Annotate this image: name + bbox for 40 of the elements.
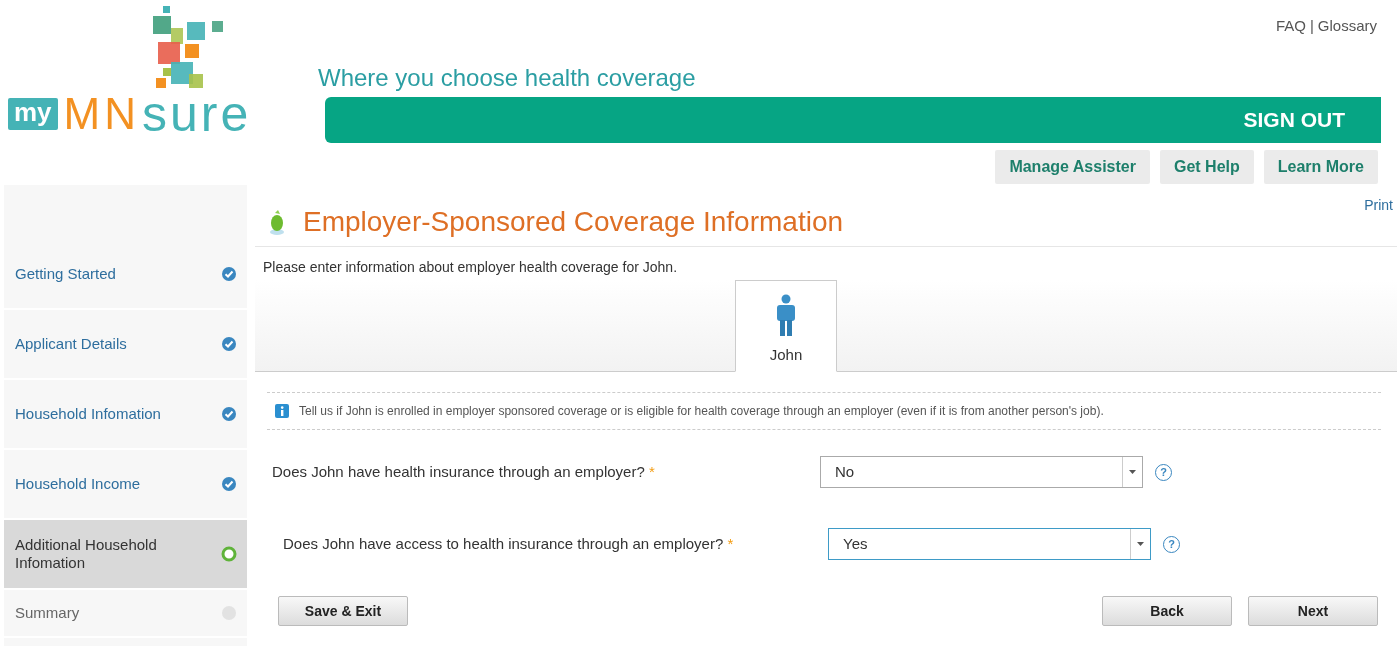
header-button[interactable]: Learn More	[1263, 150, 1378, 184]
sidebar-item[interactable]: Applicant Details	[4, 310, 247, 380]
check-icon	[221, 476, 237, 492]
header-button[interactable]: Manage Assister	[995, 150, 1150, 184]
save-exit-button[interactable]: Save & Exit	[278, 596, 408, 626]
sign-out-link[interactable]: SIGN OUT	[1243, 104, 1345, 136]
logo-text: sure	[142, 92, 252, 136]
select-field[interactable]: Yes	[828, 528, 1151, 560]
top-link[interactable]: Glossary	[1317, 15, 1377, 38]
top-link[interactable]: FAQ	[1275, 15, 1306, 38]
nav-button[interactable]: Back	[1102, 596, 1232, 626]
select-field[interactable]: No	[820, 456, 1143, 488]
separator: |	[1309, 16, 1314, 36]
intro-text: Please enter information about employer health coverage for John.	[262, 258, 679, 277]
page-title: Employer-Sponsored Coverage Information	[303, 204, 844, 239]
sidebar-item[interactable]: Getting Started	[4, 240, 247, 310]
person-icon	[776, 293, 796, 338]
info-text: Tell us if John is enrolled in employer sponsored coverage or is eligible for health coverage through an employer (even if it is from another person's job).	[299, 403, 1104, 420]
question-label: Does John have health insurance through an employer?	[272, 462, 645, 480]
sidebar-item[interactable]: Summary	[4, 590, 247, 638]
header-button[interactable]: Get Help	[1159, 150, 1254, 184]
caret-icon	[1129, 470, 1136, 474]
required-mark: *	[648, 462, 655, 480]
apple-icon	[269, 208, 285, 235]
logo-text: my	[8, 98, 58, 130]
required-mark: *	[727, 534, 734, 552]
caret-icon	[1137, 542, 1144, 546]
person-tab[interactable]: John	[735, 280, 837, 372]
nav-button[interactable]: Next	[1248, 596, 1378, 626]
check-icon	[221, 336, 237, 352]
sidebar-item[interactable]: Household Infomation	[4, 380, 247, 450]
logo-text: MN	[63, 92, 140, 136]
check-icon	[221, 406, 237, 422]
tagline: Where you choose health coverage	[318, 63, 696, 93]
progress-icon	[221, 546, 237, 562]
info-icon	[275, 404, 289, 418]
sidebar-item[interactable]: Additional Household Infomation	[4, 520, 247, 590]
question-label: Does John have access to health insurance through an employer?	[283, 534, 724, 552]
check-icon	[221, 266, 237, 282]
print-link[interactable]: Print	[1364, 195, 1393, 216]
